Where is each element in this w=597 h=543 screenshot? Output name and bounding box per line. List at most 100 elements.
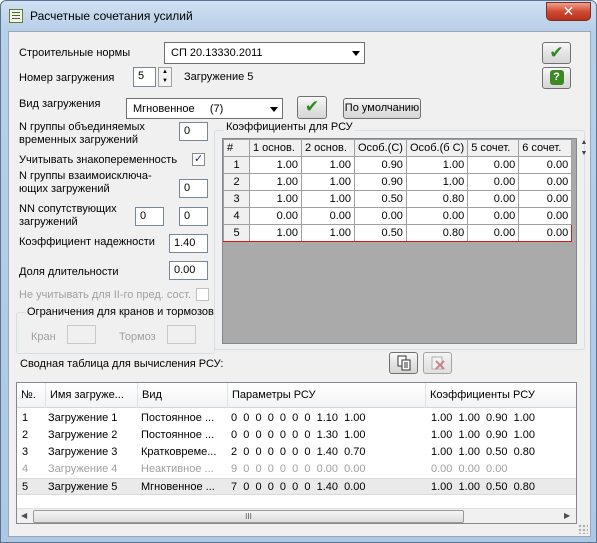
row-header[interactable]: 1 (223, 156, 250, 174)
summary-row[interactable]: 2 Загружение 2 Постоянное ... 0 0 0 0 0 … (17, 427, 576, 444)
load-number-spinner[interactable]: ▲ ▼ (158, 67, 172, 87)
accompanying-field-1[interactable]: 0 (135, 207, 164, 226)
row-header[interactable]: 5 (223, 224, 250, 242)
coefficients-row[interactable]: 4 0.00 0.00 0.00 0.00 0.00 0.00 (223, 207, 573, 225)
coefficients-row[interactable]: 3 1.00 1.00 0.50 0.80 0.00 0.00 (223, 190, 573, 208)
coef-cell[interactable]: 0.00 (467, 207, 520, 225)
col-header-comb-6[interactable]: 6 сочет. (518, 139, 573, 157)
ignore-limit-state-checkbox[interactable] (196, 288, 209, 301)
coef-cell[interactable]: 1.00 (301, 224, 355, 242)
summary-row-inactive[interactable]: 4 Загружение 4 Неактивное ... 9 0 0 0 0 … (17, 461, 576, 478)
load-number-field[interactable]: 5 (133, 67, 156, 87)
coef-cell[interactable]: 0.00 (518, 190, 573, 208)
duration-field[interactable]: 0.00 (169, 261, 208, 280)
title-bar[interactable]: Расчетные сочетания усилий ✕ (1, 1, 596, 31)
default-button[interactable]: По умолчанию (343, 98, 421, 119)
coefficients-title: Коэффициенты для РСУ (224, 121, 355, 134)
coef-cell[interactable]: 0.80 (405, 190, 469, 208)
scroll-down-icon[interactable]: ▼ (579, 149, 589, 159)
coef-cell[interactable]: 1.00 (249, 190, 302, 208)
combined-groups-field[interactable]: 0 (179, 122, 208, 141)
brake-field[interactable] (167, 325, 196, 344)
resize-grip-icon[interactable] (578, 524, 588, 534)
coef-cell[interactable]: 0.00 (249, 207, 302, 225)
summary-cell-name: Загружение 2 (48, 429, 118, 441)
summary-cell-no: 1 (22, 412, 29, 424)
summary-row-selected[interactable]: 5 Загружение 5 Мгновенное ... 7 0 0 0 0 … (17, 478, 576, 495)
accompanying-field-2[interactable]: 0 (179, 207, 208, 226)
scroll-up-icon[interactable]: ▲ (579, 138, 589, 148)
norms-select[interactable]: СП 20.13330.2011 (164, 42, 365, 64)
coef-cell[interactable]: 0.50 (354, 224, 407, 242)
col-header-main-1[interactable]: 1 основ. (249, 139, 302, 157)
delete-button[interactable] (423, 352, 452, 374)
coefficients-row[interactable]: 1 1.00 1.00 0.90 1.00 0.00 0.00 (223, 156, 573, 174)
coef-cell[interactable]: 0.80 (405, 224, 469, 242)
summary-col-name[interactable]: Имя загруже... (46, 383, 138, 408)
coef-cell[interactable]: 0.00 (467, 156, 520, 174)
coef-cell[interactable]: 1.00 (249, 173, 302, 191)
coef-cell[interactable]: 1.00 (249, 156, 302, 174)
grid-scrollbar[interactable]: ▲ ▼ (579, 138, 589, 344)
summary-row[interactable]: 3 Загружение 3 Кратковреме... 2 0 0 0 0 … (17, 444, 576, 461)
coef-cell[interactable]: 0.90 (354, 156, 407, 174)
summary-hscrollbar[interactable]: ◀ III ▶ (17, 508, 576, 523)
coef-cell[interactable]: 0.00 (405, 207, 469, 225)
summary-cell-type: Кратковреме... (141, 446, 217, 458)
coefficients-row[interactable]: 2 1.00 1.00 0.90 1.00 0.00 0.00 (223, 173, 573, 191)
window-title: Расчетные сочетания усилий (30, 9, 193, 23)
spin-down-icon[interactable]: ▼ (159, 77, 171, 86)
coef-cell[interactable]: 0.00 (467, 224, 520, 242)
sign-variable-checkbox[interactable]: ✓ (192, 153, 205, 166)
col-header-special-c[interactable]: Особ.(С) (354, 139, 407, 157)
row-header[interactable]: 4 (223, 207, 250, 225)
col-header-main-2[interactable]: 2 основ. (301, 139, 355, 157)
coef-cell[interactable]: 0.00 (518, 173, 573, 191)
scroll-thumb[interactable]: III (33, 510, 464, 523)
coef-cell[interactable]: 0.00 (518, 224, 573, 242)
apply-button[interactable]: ✔ (297, 96, 327, 119)
col-header-comb-5[interactable]: 5 сочет. (467, 139, 520, 157)
col-header-index: # (223, 139, 250, 157)
ok-button[interactable]: ✔ (542, 42, 571, 64)
help-button[interactable]: ? (542, 67, 571, 89)
summary-row[interactable]: 1 Загружение 1 Постоянное ... 0 0 0 0 0 … (17, 410, 576, 427)
summary-cell-type: Мгновенное ... (141, 481, 215, 493)
chevron-down-icon (352, 51, 360, 56)
coef-cell[interactable]: 0.00 (467, 173, 520, 191)
coef-cell[interactable]: 1.00 (405, 156, 469, 174)
spin-up-icon[interactable]: ▲ (159, 68, 171, 77)
reliability-field[interactable]: 1.40 (169, 234, 208, 253)
coef-cell[interactable]: 1.00 (301, 190, 355, 208)
coef-cell[interactable]: 1.00 (301, 156, 355, 174)
coef-cell[interactable]: 0.00 (518, 207, 573, 225)
coef-cell[interactable]: 0.00 (467, 190, 520, 208)
copy-button[interactable] (389, 352, 418, 374)
coefficients-grid[interactable]: # 1 основ. 2 основ. Особ.(С) Особ.(б С) … (222, 138, 577, 344)
scroll-left-icon[interactable]: ◀ (21, 511, 27, 520)
summary-col-no[interactable]: №. (17, 383, 46, 408)
col-header-special-no-c[interactable]: Особ.(б С) (405, 139, 469, 157)
summary-col-coefs[interactable]: Коэффициенты РСУ (426, 383, 576, 408)
coefficients-row-selected[interactable]: 5 1.00 1.00 0.50 0.80 0.00 0.00 (223, 224, 573, 242)
coef-cell[interactable]: 0.50 (354, 190, 407, 208)
exclusive-groups-field[interactable]: 0 (179, 179, 208, 198)
coef-cell[interactable]: 0.90 (354, 173, 407, 191)
summary-col-type[interactable]: Вид (138, 383, 228, 408)
crane-field[interactable] (67, 325, 96, 344)
close-button[interactable]: ✕ (546, 2, 591, 21)
coef-cell[interactable]: 1.00 (405, 173, 469, 191)
crane-group-label: Ограничения для кранов и тормозов (25, 306, 216, 319)
summary-col-params[interactable]: Параметры РСУ (228, 383, 426, 408)
coef-cell[interactable]: 0.00 (354, 207, 407, 225)
load-type-select[interactable]: Мгновенное (7) (126, 98, 283, 119)
row-header[interactable]: 3 (223, 190, 250, 208)
summary-list[interactable]: №. Имя загруже... Вид Параметры РСУ Коэф… (16, 382, 577, 524)
coef-cell[interactable]: 1.00 (301, 173, 355, 191)
coef-cell[interactable]: 0.00 (301, 207, 355, 225)
coef-cell[interactable]: 0.00 (518, 156, 573, 174)
summary-cell-params: 7 0 0 0 0 0 0 1.40 0.00 (231, 481, 366, 493)
row-header[interactable]: 2 (223, 173, 250, 191)
coef-cell[interactable]: 1.00 (249, 224, 302, 242)
scroll-right-icon[interactable]: ▶ (564, 511, 570, 520)
